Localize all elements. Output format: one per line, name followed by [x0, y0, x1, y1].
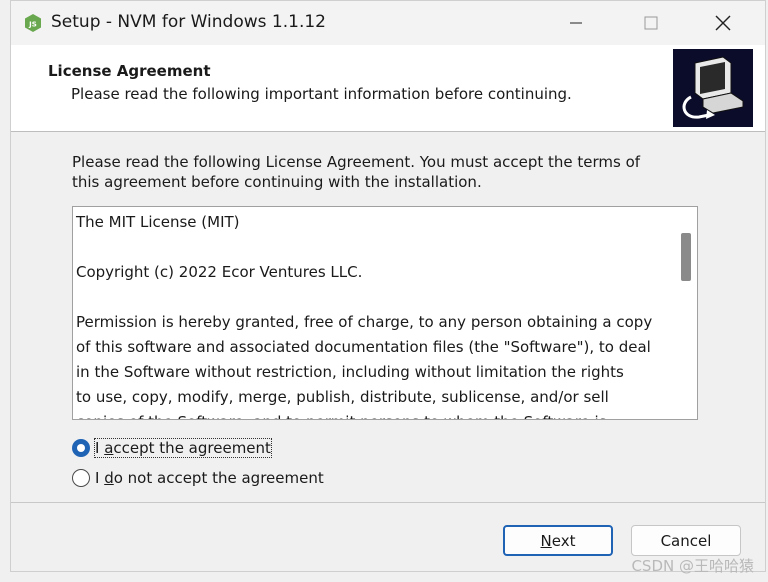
close-button[interactable]: [691, 1, 755, 45]
decline-radio[interactable]: [72, 469, 90, 487]
wizard-header: License Agreement Please read the follow…: [11, 45, 765, 132]
license-instructions: Please read the following License Agreem…: [72, 153, 641, 191]
page-subtitle: Please read the following important info…: [71, 85, 572, 103]
license-line: Permission is hereby granted, free of ch…: [76, 313, 653, 331]
license-line: copies of the Software, and to permit pe…: [76, 410, 666, 419]
window-title: Setup - NVM for Windows 1.1.12: [51, 12, 326, 32]
close-icon: [715, 15, 731, 31]
next-button[interactable]: Next: [503, 525, 613, 556]
setup-computer-icon: [673, 49, 753, 127]
license-line: [76, 235, 666, 260]
license-text-box[interactable]: The MIT License (MIT) Copyright (c) 2022…: [72, 206, 698, 420]
decline-label-rest: o not accept the agreement: [113, 469, 324, 487]
accept-label[interactable]: I accept the agreement: [94, 438, 272, 458]
license-line: The MIT License (MIT): [76, 213, 240, 231]
watermark: CSDN @王哈哈猿: [631, 557, 754, 575]
next-label-hotkey: N: [540, 531, 552, 550]
decline-option[interactable]: I do not accept the agreement: [72, 469, 324, 487]
maximize-icon: [644, 16, 658, 30]
decline-label[interactable]: I do not accept the agreement: [95, 469, 324, 487]
footer-divider: [11, 502, 765, 503]
scrollbar-thumb[interactable]: [681, 233, 691, 281]
license-line: [76, 285, 666, 310]
svg-text:JS: JS: [28, 21, 37, 29]
cancel-button[interactable]: Cancel: [631, 525, 741, 556]
next-label-rest: ext: [551, 531, 576, 550]
accept-label-prefix: I: [95, 439, 105, 457]
maximize-button[interactable]: [619, 1, 683, 45]
license-text: The MIT License (MIT) Copyright (c) 2022…: [76, 210, 666, 419]
license-line: of this software and associated document…: [76, 338, 651, 356]
license-line: Copyright (c) 2022 Ecor Ventures LLC.: [76, 263, 363, 281]
nodejs-app-icon: JS: [23, 13, 43, 33]
accept-option[interactable]: I accept the agreement: [72, 438, 272, 458]
page-title: License Agreement: [48, 62, 211, 80]
minimize-button[interactable]: [544, 1, 608, 45]
accept-radio[interactable]: [72, 439, 90, 457]
vertical-scrollbar[interactable]: [675, 207, 697, 419]
setup-window: JS Setup - NVM for Windows 1.1.12 Licens…: [10, 0, 766, 572]
decline-label-hotkey: d: [104, 469, 114, 487]
title-bar[interactable]: JS Setup - NVM for Windows 1.1.12: [11, 1, 765, 45]
decline-label-prefix: I: [95, 469, 105, 487]
license-line: in the Software without restriction, inc…: [76, 363, 624, 381]
accept-label-rest: ccept the agreement: [113, 439, 271, 457]
minimize-icon: [570, 22, 582, 24]
license-line: to use, copy, modify, merge, publish, di…: [76, 388, 609, 406]
